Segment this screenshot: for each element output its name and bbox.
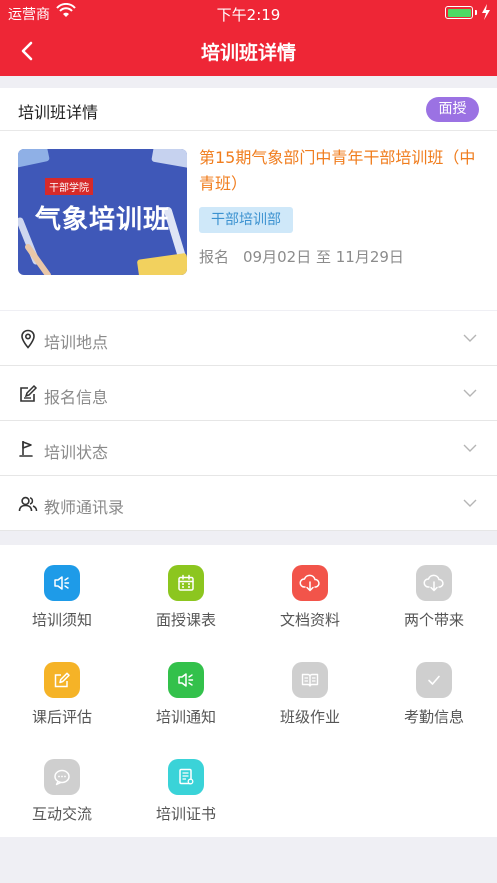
signup-label: 报名 — [199, 248, 230, 266]
tile-course-schedule[interactable]: 面授课表 — [124, 545, 248, 641]
signup-period: 报名 09月02日 至 11月29日 — [199, 246, 418, 267]
department-badge: 干部培训部 — [199, 207, 293, 233]
tile-attendance[interactable]: 考勤信息 — [372, 642, 496, 738]
chevron-down-icon — [463, 444, 477, 452]
row-training-status[interactable]: 培训状态 — [0, 421, 497, 476]
tile-training-notice[interactable]: 培训通知 — [124, 642, 248, 738]
signup-range: 09月02日 至 11月29日 — [243, 248, 404, 266]
row-label: 教师通讯录 — [44, 498, 125, 517]
tile-certificate[interactable]: 培训证书 — [124, 739, 248, 835]
location-icon — [21, 329, 35, 349]
edit-icon — [20, 384, 38, 402]
tile-label: 课后评估 — [31, 708, 92, 726]
tile-interaction[interactable]: 互动交流 — [0, 739, 124, 835]
calendar-icon — [168, 565, 204, 601]
tile-class-homework[interactable]: 班级作业 — [248, 642, 372, 738]
tile-label: 考勤信息 — [403, 708, 464, 726]
chevron-down-icon — [463, 499, 477, 507]
tile-post-course-evaluation[interactable]: 课后评估 — [0, 642, 124, 738]
tile-training-notes[interactable]: 培训须知 — [0, 545, 124, 641]
row-teacher-contacts[interactable]: 教师通讯录 — [0, 476, 497, 531]
cover-tag: 干部学院 — [45, 178, 93, 195]
pencil-icon — [44, 662, 80, 698]
tile-two-bring[interactable]: 两个带来 — [372, 545, 496, 641]
row-training-location[interactable]: 培训地点 — [0, 311, 497, 366]
contacts-icon — [18, 496, 38, 512]
tile-label: 面授课表 — [155, 611, 216, 629]
tile-label: 班级作业 — [279, 708, 340, 726]
tile-label: 互动交流 — [31, 805, 92, 823]
tile-label: 培训通知 — [155, 708, 216, 726]
course-card: 培训班详情 面授 干部学院 气象培训班 第15期气象部门中青年干部培训班（中青班… — [0, 88, 497, 310]
tile-documents[interactable]: 文档资料 — [248, 545, 372, 641]
tile-label: 两个带来 — [403, 611, 464, 629]
tile-label: 文档资料 — [279, 611, 340, 629]
tile-label: 培训证书 — [155, 805, 216, 823]
speaker-icon — [44, 565, 80, 601]
course-cover-image[interactable]: 干部学院 气象培训班 — [18, 149, 187, 275]
cover-text: 气象培训班 — [34, 205, 170, 235]
function-grid: 培训须知 面授课表 文档资料 两个带来 课后评估 培训通知 班级作业 考勤信息 … — [0, 545, 497, 837]
status-bar: 运营商 下午2:19 — [0, 0, 497, 26]
cloud-download-icon — [416, 565, 452, 601]
flag-icon — [19, 441, 33, 457]
charging-icon — [482, 4, 490, 20]
book-icon — [292, 662, 328, 698]
mode-badge: 面授 — [426, 97, 479, 122]
row-label: 培训状态 — [44, 443, 109, 462]
clock: 下午2:19 — [216, 6, 281, 24]
page-title: 培训班详情 — [200, 42, 296, 64]
chevron-down-icon — [463, 334, 477, 342]
row-label: 报名信息 — [44, 388, 109, 407]
divider — [0, 130, 497, 131]
chat-icon — [44, 759, 80, 795]
row-signup-info[interactable]: 报名信息 — [0, 366, 497, 421]
row-label: 培训地点 — [44, 333, 109, 352]
chevron-down-icon — [463, 389, 477, 397]
info-section-list: 培训地点 报名信息 培训状态 教师通讯录 — [0, 311, 497, 531]
cloud-download-icon — [292, 565, 328, 601]
check-icon — [416, 662, 452, 698]
navigation-bar: 培训班详情 — [0, 26, 497, 76]
battery-icon — [445, 6, 473, 19]
course-title: 第15期气象部门中青年干部培训班（中青班） — [199, 148, 476, 193]
card-header-title: 培训班详情 — [18, 103, 99, 122]
certificate-icon — [168, 759, 204, 795]
tile-label: 培训须知 — [31, 611, 92, 629]
speaker-icon — [168, 662, 204, 698]
